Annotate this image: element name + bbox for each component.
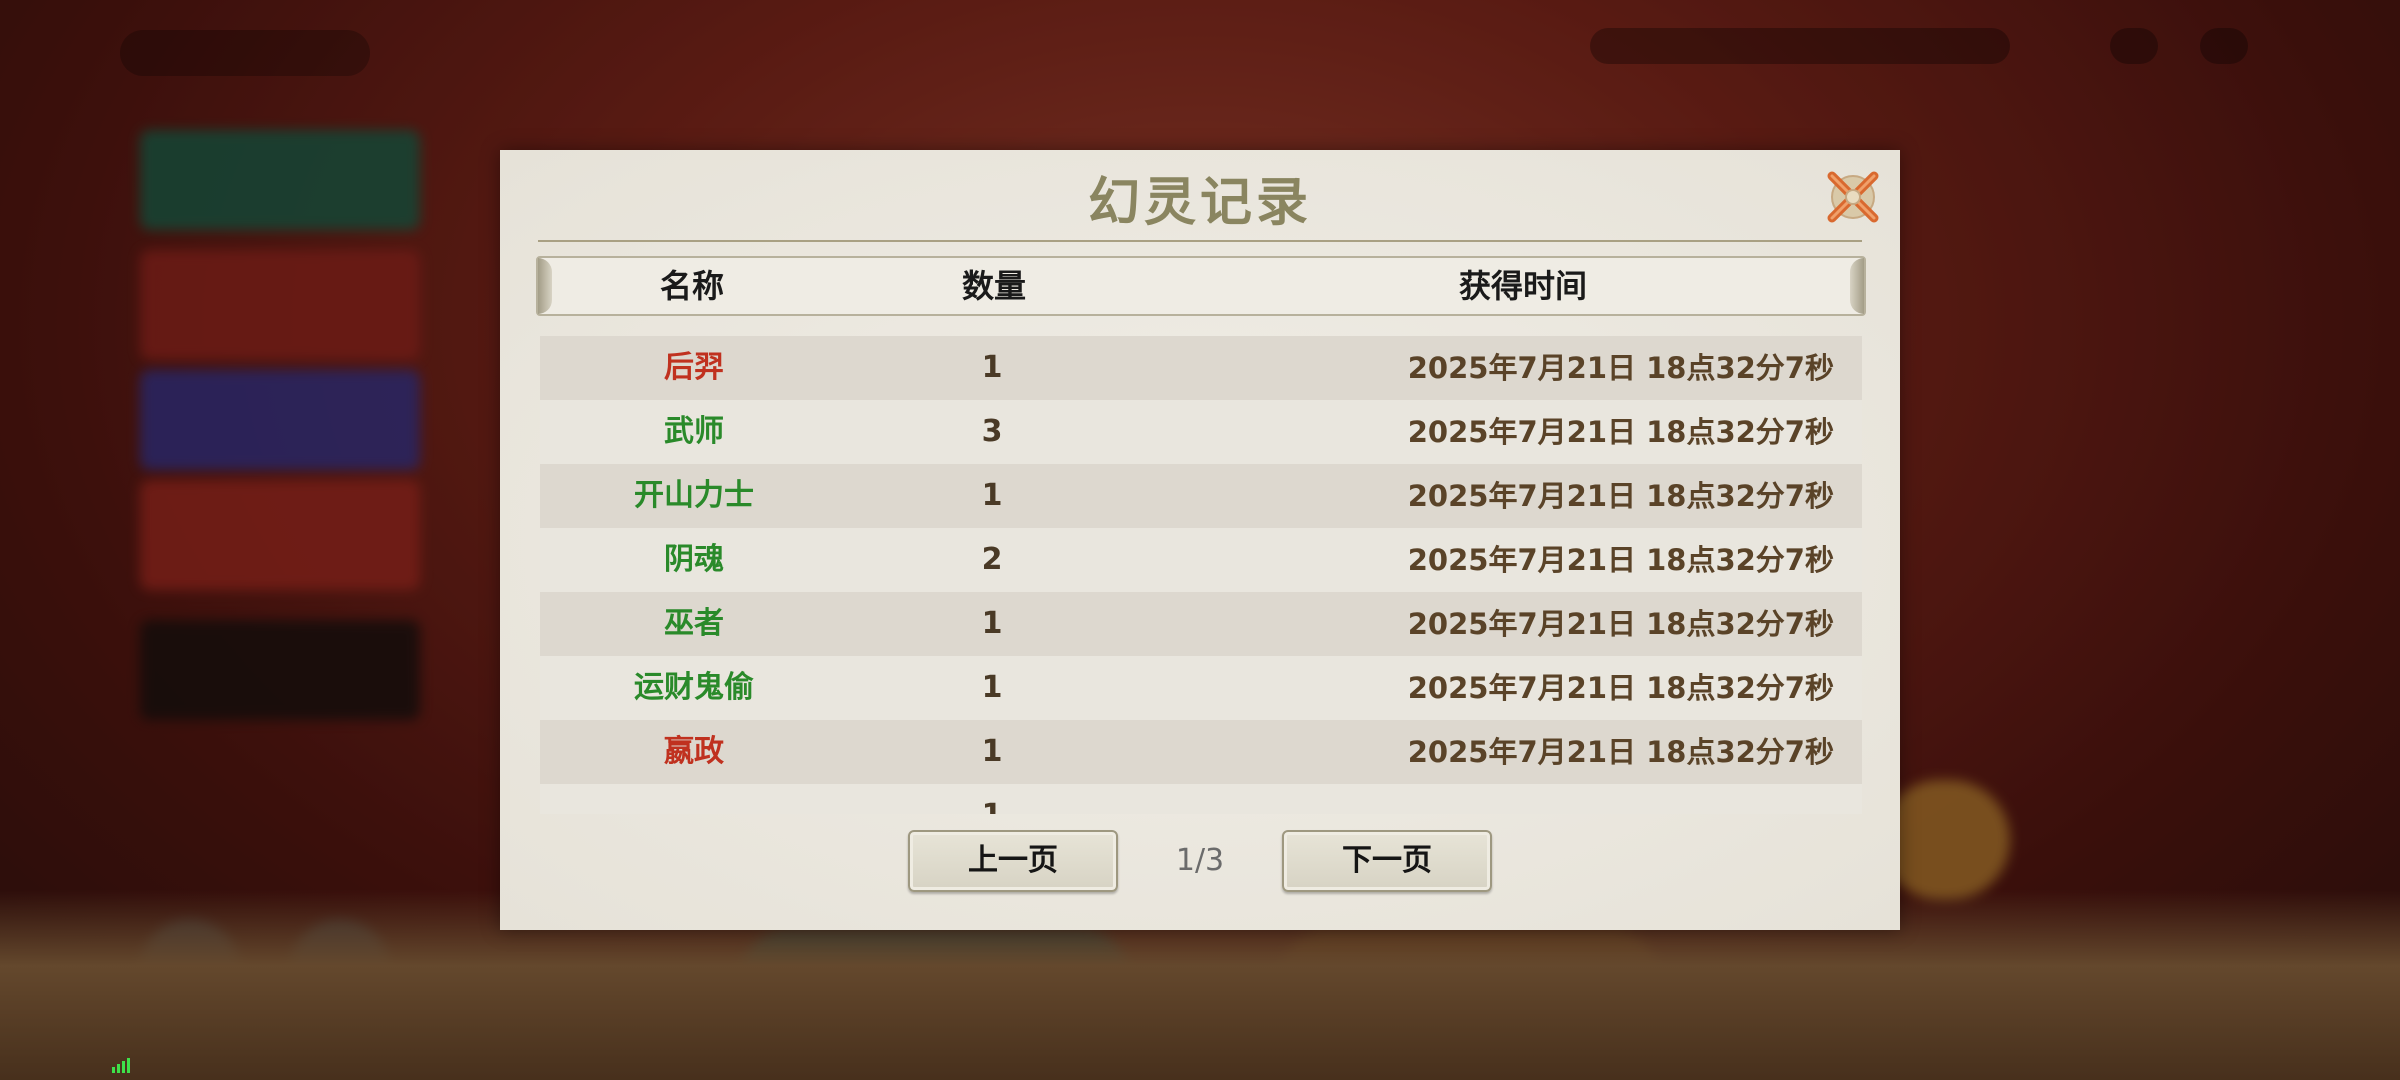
table-row: 巫者 1 2025年7月21日 18点32分7秒	[540, 592, 1862, 656]
page-indicator: 1/3	[1175, 843, 1225, 878]
dialog-title: 幻灵记录	[1087, 172, 1312, 233]
table-row-partial: 1	[540, 784, 1862, 814]
row-time: 2025年7月21日 18点32分7秒	[1407, 415, 1834, 449]
pagination: 上一页 1/3 下一页	[500, 830, 1900, 896]
row-quantity: 2	[981, 542, 1003, 577]
header-name: 名称	[659, 267, 724, 305]
row-quantity: 1	[844, 784, 1140, 814]
row-time	[1134, 784, 1834, 814]
table-row: 阴魂 2 2025年7月21日 18点32分7秒	[540, 528, 1862, 592]
row-time: 2025年7月21日 18点32分7秒	[1407, 351, 1834, 385]
table-row: 武师 3 2025年7月21日 18点32分7秒	[540, 400, 1862, 464]
row-quantity: 1	[981, 478, 1003, 513]
row-quantity: 1	[981, 734, 1003, 769]
row-quantity: 1	[981, 606, 1003, 641]
row-name: 嬴政	[664, 734, 724, 769]
hud-currency-bar	[1590, 28, 2010, 64]
row-quantity: 1	[981, 350, 1003, 385]
close-button[interactable]	[1824, 168, 1882, 226]
table-row: 运财鬼偷 1 2025年7月21日 18点32分7秒	[540, 656, 1862, 720]
row-name: 后羿	[664, 350, 724, 385]
row-quantity: 1	[981, 670, 1003, 705]
header-time: 获得时间	[1458, 267, 1587, 305]
table-row: 开山力士 1 2025年7月21日 18点32分7秒	[540, 464, 1862, 528]
header-quantity: 数量	[961, 267, 1026, 305]
row-time: 2025年7月21日 18点32分7秒	[1407, 735, 1834, 769]
next-page-button[interactable]: 下一页	[1282, 830, 1492, 892]
row-name: 巫者	[664, 606, 724, 641]
row-name: 运财鬼偷	[634, 670, 754, 705]
signal-strength-icon	[112, 1058, 130, 1073]
row-time: 2025年7月21日 18点32分7秒	[1407, 479, 1834, 513]
row-name: 阴魂	[664, 542, 724, 577]
hud-icon	[2200, 28, 2248, 64]
table-row: 后羿 1 2025年7月21日 18点32分7秒	[540, 336, 1862, 400]
record-dialog: 幻灵记录 名称 数量 获得时间 后羿 1 2025年7月21日 18点32分7秒…	[500, 150, 1900, 930]
hud-icon	[2110, 28, 2158, 64]
row-name: 开山力士	[634, 478, 754, 513]
row-time: 2025年7月21日 18点32分7秒	[1407, 543, 1834, 577]
row-time: 2025年7月21日 18点32分7秒	[1407, 671, 1834, 705]
row-name: 武师	[664, 414, 724, 449]
table-row: 嬴政 1 2025年7月21日 18点32分7秒	[540, 720, 1862, 784]
row-time: 2025年7月21日 18点32分7秒	[1407, 607, 1834, 641]
row-quantity: 3	[981, 414, 1003, 449]
table-header: 名称 数量 获得时间	[536, 256, 1866, 316]
hud-top-left	[120, 30, 370, 76]
close-x-icon	[1827, 171, 1879, 223]
prev-page-button[interactable]: 上一页	[908, 830, 1118, 892]
title-divider	[538, 240, 1862, 242]
row-name	[540, 784, 848, 814]
